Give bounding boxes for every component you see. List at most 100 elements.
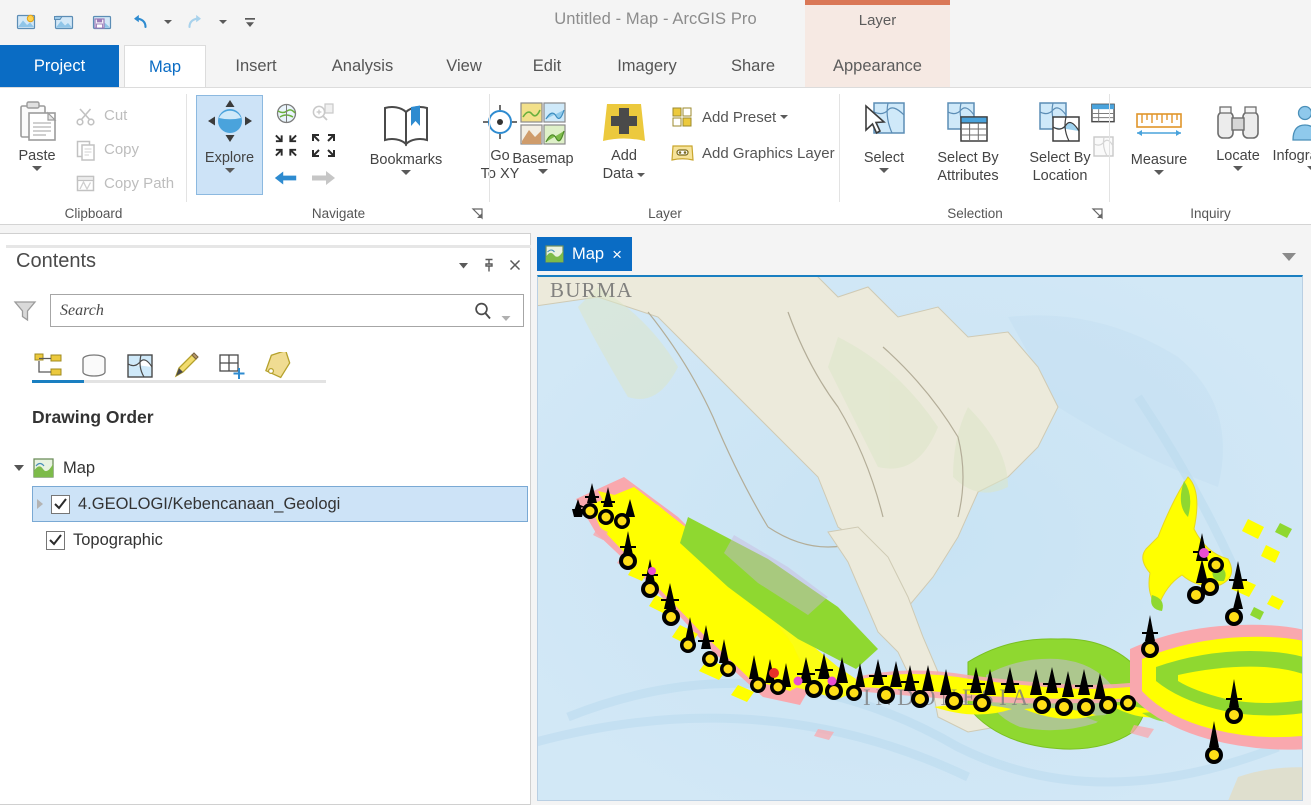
tab-imagery[interactable]: Imagery — [592, 45, 702, 88]
pane-close-button[interactable] — [504, 254, 526, 276]
active-volcano-marker[interactable] — [1199, 548, 1209, 558]
active-volcano-marker[interactable] — [793, 676, 803, 686]
copy-path-button[interactable]: Copy Path — [70, 168, 178, 198]
tree-item-topographic[interactable]: Topographic — [32, 522, 528, 558]
infographics-dropdown-caret-icon[interactable] — [1307, 166, 1311, 171]
ribbon-group-layer: Basemap Add Data Add Preset Add Graphics… — [490, 88, 840, 224]
new-project-icon[interactable] — [8, 5, 44, 39]
filter-funnel-icon[interactable] — [12, 299, 38, 328]
title-bar: Layer Untitled - Map - ArcGIS Pro — [0, 0, 1311, 88]
redo-dropdown-caret-icon[interactable] — [215, 5, 230, 39]
infographics-button[interactable]: Infographics — [1273, 96, 1311, 194]
locate-button[interactable]: Locate — [1202, 96, 1274, 194]
select-button[interactable]: Select — [848, 96, 920, 194]
list-by-snapping-tab[interactable] — [216, 349, 248, 383]
view-menu-caret-icon[interactable] — [1281, 249, 1297, 267]
list-by-selection-tab[interactable] — [124, 349, 156, 383]
tab-view[interactable]: View — [426, 45, 502, 88]
list-by-editing-tab[interactable] — [170, 349, 202, 383]
save-project-icon[interactable] — [84, 5, 120, 39]
zoom-to-selection-icon — [312, 102, 334, 121]
map-view-tab[interactable]: Map × — [537, 237, 633, 271]
copy-label: Copy — [104, 140, 140, 158]
add-preset-icon — [672, 107, 692, 127]
paste-dropdown-caret-icon[interactable] — [32, 166, 42, 171]
select-by-attributes-button[interactable]: Select By Attributes — [922, 96, 1014, 194]
tree-item-geologi-label: 4.GEOLOGI/Kebencanaan_Geologi — [78, 494, 341, 513]
cut-button[interactable]: Cut — [70, 100, 131, 130]
fixed-zoom-in-button[interactable] — [269, 129, 303, 161]
previous-extent-icon — [274, 171, 297, 185]
undo-dropdown-caret-icon[interactable] — [160, 5, 175, 39]
geologi-visibility-checkbox[interactable] — [51, 494, 70, 514]
basemap-dropdown-caret-icon[interactable] — [538, 169, 548, 174]
tab-edit[interactable]: Edit — [509, 45, 585, 88]
map-canvas[interactable]: BURMA — [537, 275, 1303, 801]
bookmarks-dropdown-caret-icon[interactable] — [401, 170, 411, 175]
list-by-data-source-tab[interactable] — [78, 349, 110, 383]
active-volcano-marker[interactable] — [827, 676, 837, 686]
paste-button[interactable]: Paste — [6, 96, 68, 194]
open-project-icon[interactable] — [46, 5, 82, 39]
tab-analysis[interactable]: Analysis — [306, 45, 419, 88]
next-extent-button[interactable] — [305, 162, 341, 194]
tree-item-map[interactable]: Map — [0, 450, 531, 486]
select-dropdown-caret-icon[interactable] — [879, 168, 889, 173]
list-by-labeling-tab[interactable] — [262, 349, 294, 383]
pane-menu-button[interactable] — [452, 254, 474, 276]
zoom-to-selection-button[interactable] — [305, 98, 341, 128]
map-graphic[interactable]: BURMA — [538, 277, 1302, 801]
search-input[interactable] — [60, 295, 470, 326]
drawing-order-icon — [34, 353, 62, 376]
tab-insert[interactable]: Insert — [213, 45, 299, 88]
selection-dialog-launcher[interactable] — [1091, 207, 1104, 220]
redo-icon[interactable] — [177, 5, 213, 39]
contents-layer-tree: Map 4.GEOLOGI/Kebencanaan_Geologi Topogr… — [0, 450, 531, 558]
bookmarks-button[interactable]: Bookmarks — [354, 96, 458, 194]
select-by-attributes-label-1: Select By — [937, 150, 999, 166]
previous-extent-button[interactable] — [269, 162, 303, 194]
map-tab-close-icon[interactable]: × — [612, 246, 622, 263]
explore-button[interactable]: Explore — [196, 95, 263, 195]
add-preset-button[interactable]: Add Preset — [666, 102, 792, 132]
explore-label: Explore — [204, 150, 255, 166]
basemap-button[interactable]: Basemap — [500, 96, 586, 194]
full-extent-button[interactable] — [269, 98, 303, 128]
search-input-wrapper[interactable] — [50, 294, 524, 327]
copy-icon — [76, 140, 95, 161]
add-preset-dropdown-caret-icon[interactable] — [780, 115, 789, 119]
navigate-dialog-launcher[interactable] — [471, 207, 484, 220]
search-options-caret-icon[interactable] — [501, 309, 511, 327]
tab-project[interactable]: Project — [0, 45, 119, 88]
measure-label: Measure — [1130, 152, 1188, 168]
contents-pane: Contents Search Drawing Order Map 4.GEOL… — [0, 233, 1276, 805]
add-data-button[interactable]: Add Data — [588, 96, 660, 194]
tab-appearance[interactable]: Appearance — [805, 45, 950, 88]
add-data-dropdown-caret-icon[interactable] — [637, 172, 646, 177]
copy-button[interactable]: Copy — [70, 134, 143, 164]
measure-button[interactable]: Measure — [1118, 96, 1200, 194]
fixed-zoom-out-button[interactable] — [305, 129, 341, 161]
active-volcano-marker[interactable] — [648, 567, 656, 575]
tab-share[interactable]: Share — [709, 45, 797, 88]
topographic-visibility-checkbox[interactable] — [46, 530, 65, 550]
add-graphics-layer-button[interactable]: Add Graphics Layer — [666, 138, 839, 168]
active-volcano-marker[interactable] — [769, 668, 779, 678]
undo-icon[interactable] — [122, 5, 158, 39]
explore-dropdown-caret-icon[interactable] — [224, 168, 235, 173]
customize-quick-access-icon[interactable] — [232, 5, 268, 39]
list-by-drawing-order-tab[interactable] — [32, 349, 64, 383]
snapping-icon — [219, 354, 245, 379]
pane-pin-button[interactable] — [478, 254, 500, 276]
geologi-expand-twisty-icon[interactable] — [37, 499, 43, 509]
map-tab-icon — [545, 245, 564, 263]
ribbon-group-label-inquiry: Inquiry — [1190, 206, 1231, 221]
map-expand-twisty-icon[interactable] — [14, 465, 24, 471]
pencil-icon — [174, 352, 199, 378]
locate-dropdown-caret-icon[interactable] — [1233, 166, 1243, 171]
scissors-icon — [76, 107, 95, 126]
tab-map[interactable]: Map — [124, 45, 206, 88]
measure-dropdown-caret-icon[interactable] — [1154, 170, 1164, 175]
tree-item-geologi-layer[interactable]: 4.GEOLOGI/Kebencanaan_Geologi — [32, 486, 528, 522]
search-magnifier-icon[interactable] — [473, 301, 493, 326]
